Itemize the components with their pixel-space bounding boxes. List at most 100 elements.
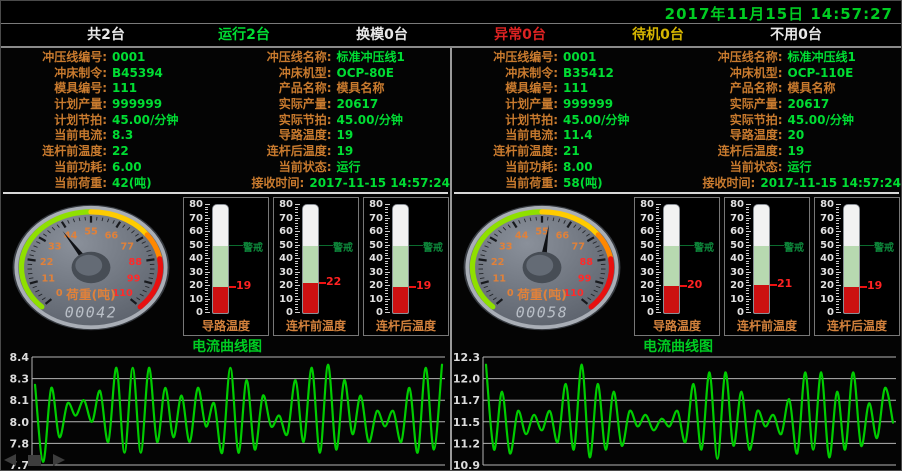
svg-text:66: 66 — [556, 230, 570, 241]
info-row: 冲床制令: B45394 — [1, 66, 226, 82]
info-label: 冲压线名称: — [677, 50, 783, 66]
info-value: 0001 — [563, 50, 596, 66]
info-label: 模具编号: — [1, 81, 107, 97]
info-row: 计划节拍:45.00/分钟 — [452, 113, 677, 129]
svg-text:44: 44 — [515, 230, 529, 241]
info-value: 20617 — [788, 97, 830, 113]
tab-2[interactable]: 换模0台 — [313, 24, 451, 46]
warning-label: 警戒 — [784, 239, 804, 254]
info-row: 计划产量: 999999 — [1, 97, 226, 113]
info-value: OCP-80E — [337, 66, 394, 82]
tab-0[interactable]: 共2台 — [37, 24, 175, 46]
press-panel-2: 冲压线编号:0001冲床制令:B35412模具编号:111计划产量:999999… — [452, 48, 901, 470]
info-label: 连杆前温度: — [1, 144, 107, 160]
tab-4[interactable]: 待机0台 — [589, 24, 727, 46]
svg-text:8.1: 8.1 — [10, 394, 30, 407]
info-row: 冲床机型:OCP-80E — [226, 66, 451, 82]
info-value: 19 — [337, 128, 354, 144]
current-curve-chart: 电流曲线图8.48.38.18.07.87.7 — [2, 339, 449, 471]
top-date-bar: 2017年11月15日 14:57:27 — [1, 1, 901, 23]
info-label: 当前荷重: — [1, 176, 107, 192]
info-label: 连杆前温度: — [452, 144, 558, 160]
warning-label: 警戒 — [333, 239, 353, 254]
scroll-left-icon[interactable] — [4, 454, 16, 466]
page-icon[interactable] — [28, 455, 41, 466]
info-row: 当前电流:8.3 — [1, 128, 226, 144]
info-value: 模具名称 — [337, 81, 385, 97]
temperature-bars: 01020304050607080警戒19导路温度010203040506070… — [183, 197, 449, 336]
info-label: 计划产量: — [1, 97, 107, 113]
thermometer-tube — [392, 204, 409, 314]
info-section: 冲压线编号:0001冲床制令:B45394模具编号:111计划产量:999999… — [1, 50, 450, 192]
info-label: 实际节拍: — [226, 113, 332, 129]
info-row: 冲床制令:B35412 — [452, 66, 677, 82]
info-value: 111 — [563, 81, 588, 97]
info-label: 当前电流: — [1, 128, 107, 144]
svg-text:77: 77 — [120, 241, 134, 252]
temperature-value: 21 — [777, 277, 792, 290]
info-row: 冲床机型:OCP-110E — [677, 66, 902, 82]
svg-text:12.3: 12.3 — [453, 351, 480, 364]
info-value: 标准冲压线1 — [337, 50, 405, 66]
svg-text:00058: 00058 — [516, 304, 568, 322]
info-label: 当前功耗: — [452, 160, 558, 176]
svg-text:8.4: 8.4 — [10, 351, 30, 364]
info-column-right: 冲压线名称:标准冲压线1冲床机型:OCP-110E产品名称:模具名称实际产量:2… — [677, 50, 902, 192]
warning-label: 警戒 — [694, 239, 714, 254]
thermometer: 01020304050607080警戒20导路温度 — [634, 197, 720, 336]
temperature-value: 20 — [687, 278, 702, 291]
info-row: 模具编号:111 — [452, 81, 677, 97]
info-row: 连杆前温度:22 — [1, 144, 226, 160]
svg-text:22: 22 — [40, 257, 54, 268]
svg-text:0: 0 — [507, 288, 514, 299]
info-label: 产品名称: — [226, 81, 332, 97]
info-value: B35412 — [563, 66, 614, 82]
tab-3[interactable]: 异常0台 — [451, 24, 589, 46]
svg-text:电流曲线图: 电流曲线图 — [643, 339, 713, 355]
info-row: 实际节拍: 45.00/分钟 — [226, 113, 451, 129]
divider — [454, 192, 899, 194]
info-label: 当前功耗: — [1, 160, 107, 176]
info-row: 接收时间:2017-11-15 14:57:24 — [677, 176, 902, 192]
thermometer: 01020304050607080警戒19导路温度 — [183, 197, 269, 336]
warning-label: 警戒 — [423, 239, 443, 254]
divider — [3, 192, 448, 194]
info-label: 冲床制令: — [1, 66, 107, 82]
thermometer-title: 导路温度 — [184, 317, 268, 334]
info-row: 模具编号:111 — [1, 81, 226, 97]
info-value: 19 — [788, 144, 805, 160]
temperature-value: 19 — [236, 279, 251, 292]
info-value: 11.4 — [563, 128, 593, 144]
info-column-left: 冲压线编号:0001冲床制令:B35412模具编号:111计划产量:999999… — [452, 50, 677, 192]
info-row: 实际产量:20617 — [677, 97, 902, 113]
info-value: 45.00/分钟 — [337, 113, 403, 129]
info-label: 冲压线编号: — [452, 50, 558, 66]
info-value: 运行 — [788, 160, 812, 176]
thermometer: 01020304050607080警戒21连杆前温度 — [724, 197, 810, 336]
svg-text:荷重(吨): 荷重(吨) — [65, 287, 116, 302]
svg-text:55: 55 — [84, 227, 98, 238]
info-value: 42(吨) — [112, 176, 152, 192]
info-row: 当前电流:11.4 — [452, 128, 677, 144]
info-row: 连杆后温度:19 — [226, 144, 451, 160]
info-value: B45394 — [112, 66, 163, 82]
tab-1[interactable]: 运行2台 — [175, 24, 313, 46]
current-curve-chart: 电流曲线图12.312.011.711.511.210.9 — [453, 339, 900, 471]
info-row: 当前功耗: 6.00 — [1, 160, 226, 176]
info-value: 58(吨) — [563, 176, 603, 192]
gauge-section: 0112233445566778899110荷重(吨)00058 0102030… — [452, 195, 901, 339]
info-value: 999999 — [112, 97, 162, 113]
svg-text:0: 0 — [56, 288, 63, 299]
info-value: 6.00 — [112, 160, 142, 176]
info-label: 接收时间: — [226, 176, 305, 192]
temperature-value: 19 — [867, 279, 882, 292]
scroll-right-icon[interactable] — [53, 454, 65, 466]
svg-text:88: 88 — [129, 257, 143, 268]
svg-text:00042: 00042 — [65, 304, 117, 322]
tab-5[interactable]: 不用0台 — [727, 24, 865, 46]
svg-text:22: 22 — [491, 257, 505, 268]
temperature-value: 19 — [416, 279, 431, 292]
svg-text:11: 11 — [42, 274, 56, 285]
info-row: 导路温度:20 — [677, 128, 902, 144]
hmi-dashboard: 2017年11月15日 14:57:27 共2台运行2台换模0台异常0台待机0台… — [0, 0, 902, 471]
